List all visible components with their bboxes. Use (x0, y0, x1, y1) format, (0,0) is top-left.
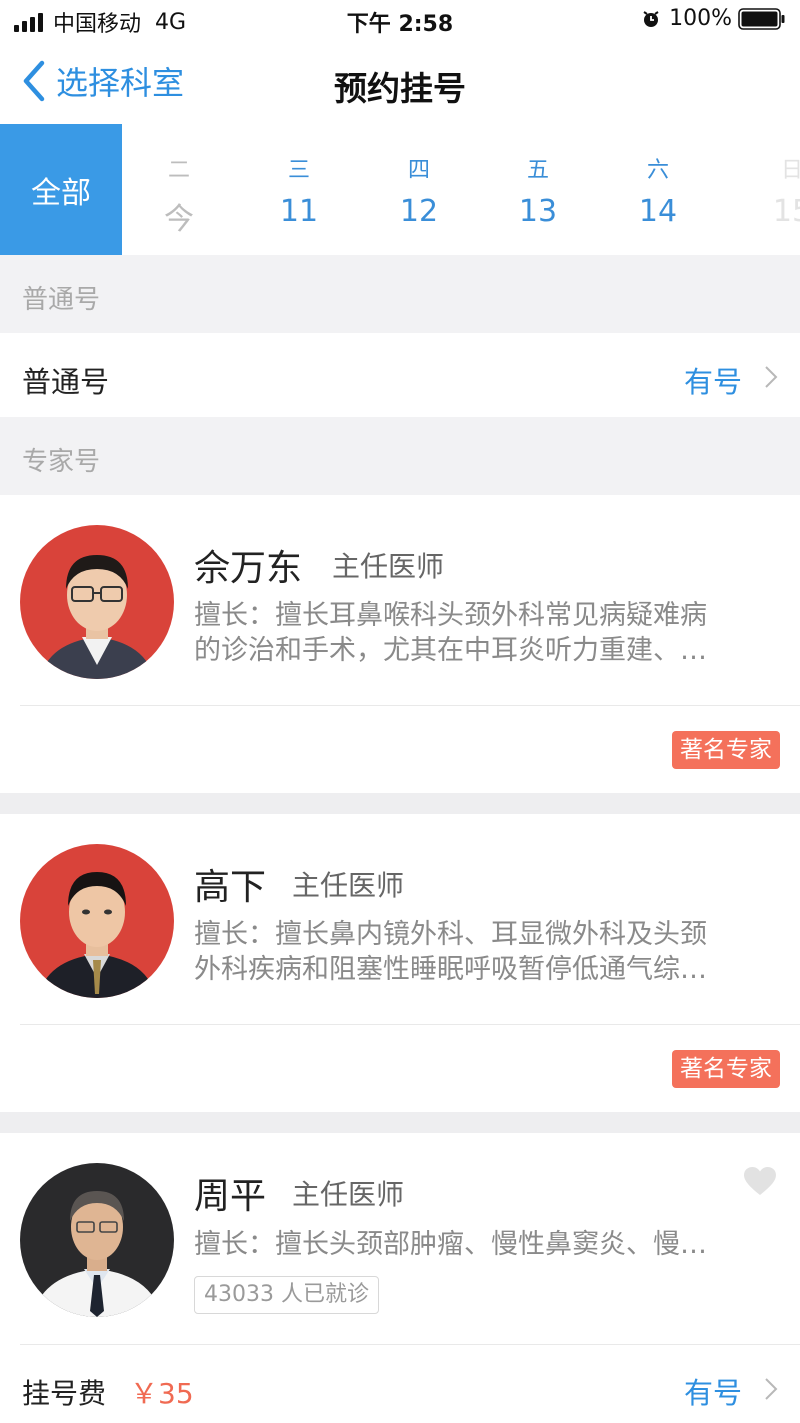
divider (20, 1344, 800, 1345)
alarm-icon (643, 10, 659, 27)
doctor-specialty: 擅长：擅长鼻内镜外科、耳显微外科及头颈 外科疾病和阻塞性睡眠呼吸暂停低通气综… (194, 917, 764, 987)
date-selector: 全部 二 今 三 11 四 12 五 13 六 14 日 15 (0, 124, 800, 255)
battery-percent: 100% (669, 6, 732, 31)
availability-status: 有号 (683, 365, 742, 399)
doctor-avatar (20, 844, 174, 998)
general-ticket-label: 普通号 (22, 365, 110, 399)
section-header-expert: 专家号 (0, 417, 800, 495)
date-day: 15 (772, 194, 800, 229)
visit-count-badge: 43033 人已就诊 (194, 1276, 379, 1314)
doctor-specialty: 擅长：擅长头颈部肿瘤、慢性鼻窦炎、慢… (194, 1227, 764, 1262)
back-button[interactable]: 选择科室 (22, 58, 184, 104)
battery-icon (738, 7, 785, 30)
doctor-card[interactable]: 高下 主任医师 擅长：擅长鼻内镜外科、耳显微外科及头颈 外科疾病和阻塞性睡眠呼吸… (0, 814, 800, 1112)
card-separator (0, 1112, 800, 1133)
chevron-right-icon (765, 366, 778, 388)
date-day: 12 (399, 194, 439, 229)
section-header-label: 专家号 (22, 447, 101, 477)
card-separator (0, 793, 800, 814)
chevron-right-icon (765, 1378, 778, 1400)
date-weekday: 五 (526, 158, 549, 183)
nav-bar: 选择科室 预约挂号 (0, 40, 800, 124)
doctor-card[interactable]: 周平 主任医师 擅长：擅长头颈部肿瘤、慢性鼻窦炎、慢… 43033 人已就诊 挂… (0, 1133, 800, 1423)
doctor-name: 周平 (194, 1176, 267, 1217)
date-tab-15[interactable]: 日 15 (752, 124, 800, 255)
doctor-title: 主任医师 (292, 869, 405, 902)
date-weekday: 三 (287, 158, 310, 183)
chevron-left-icon (23, 60, 45, 102)
status-bar: 中国移动 4G 下午 2:58 100% (0, 0, 800, 40)
date-weekday: 六 (646, 158, 669, 183)
fee-value: ￥35 (130, 1377, 194, 1410)
doctor-avatar (20, 525, 174, 679)
date-day: 14 (638, 194, 678, 229)
doctor-name: 佘万东 (194, 548, 303, 589)
general-ticket-row[interactable]: 普通号 有号 (0, 333, 800, 417)
specialty-line: 擅长：擅长头颈部肿瘤、慢性鼻窦炎、慢… (194, 1229, 707, 1260)
doctor-card[interactable]: 佘万东 主任医师 擅长：擅长耳鼻喉科头颈外科常见病疑难病 的诊治和手术，尤其在中… (0, 495, 800, 793)
date-tab-today[interactable]: 二 今 (139, 124, 219, 255)
section-header-general: 普通号 (0, 255, 800, 333)
divider (20, 705, 800, 706)
date-tab-14[interactable]: 六 14 (618, 124, 698, 255)
doctor-name: 高下 (194, 867, 267, 908)
heart-icon[interactable] (742, 1165, 778, 1197)
date-weekday: 日 (780, 158, 800, 183)
fee-label: 挂号费 (22, 1377, 107, 1410)
specialty-line: 擅长：擅长耳鼻喉科头颈外科常见病疑难病 (194, 600, 707, 631)
date-day: 今 (164, 202, 194, 237)
expert-badge: 著名专家 (672, 731, 780, 769)
doctor-title: 主任医师 (292, 1178, 405, 1211)
specialty-line: 的诊治和手术，尤其在中耳炎听力重建、… (194, 635, 707, 666)
doctor-title: 主任医师 (332, 550, 445, 583)
divider (20, 1024, 800, 1025)
section-header-label: 普通号 (22, 285, 101, 315)
date-day: 13 (518, 194, 558, 229)
specialty-line: 擅长：擅长鼻内镜外科、耳显微外科及头颈 (194, 919, 707, 950)
status-right: 100% (641, 6, 786, 31)
date-weekday: 四 (407, 158, 430, 183)
date-weekday: 二 (167, 158, 190, 183)
date-tab-12[interactable]: 四 12 (379, 124, 459, 255)
expert-badge: 著名专家 (672, 1050, 780, 1088)
back-label: 选择科室 (56, 64, 185, 102)
doctor-specialty: 擅长：擅长耳鼻喉科头颈外科常见病疑难病 的诊治和手术，尤其在中耳炎听力重建、… (194, 598, 764, 668)
date-tab-all[interactable]: 全部 (0, 124, 122, 255)
date-tab-11[interactable]: 三 11 (259, 124, 339, 255)
doctor-avatar (20, 1163, 174, 1317)
date-day: 11 (279, 194, 319, 229)
availability-status: 有号 (683, 1376, 742, 1410)
date-tab-13[interactable]: 五 13 (498, 124, 578, 255)
specialty-line: 外科疾病和阻塞性睡眠呼吸暂停低通气综… (194, 954, 707, 985)
